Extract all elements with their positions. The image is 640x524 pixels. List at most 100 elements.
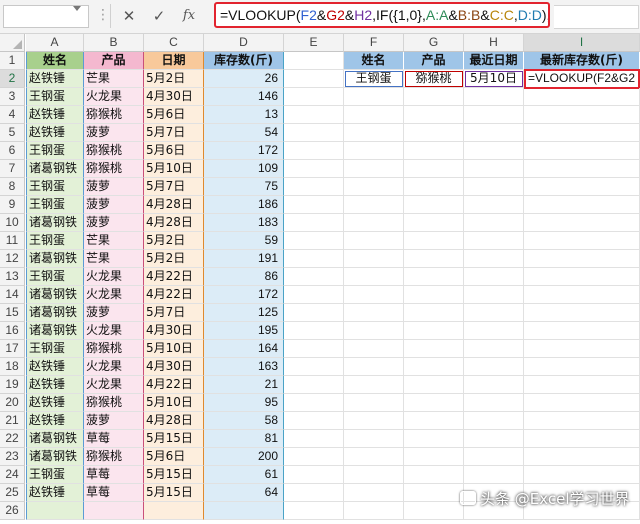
empty-cell[interactable] — [524, 358, 640, 376]
empty-cell[interactable] — [524, 448, 640, 466]
row-header-8[interactable]: 8 — [0, 178, 25, 196]
empty-cell[interactable] — [464, 394, 524, 412]
product-cell[interactable]: 芒果 — [84, 232, 144, 250]
empty-cell[interactable] — [524, 412, 640, 430]
empty-cell[interactable] — [464, 322, 524, 340]
empty-cell[interactable] — [404, 502, 464, 520]
empty-cell[interactable] — [464, 196, 524, 214]
insert-function-icon[interactable]: fx — [178, 5, 200, 27]
product-cell[interactable]: 火龙果 — [84, 88, 144, 106]
product-cell[interactable]: 菠萝 — [84, 412, 144, 430]
lookup-header-i[interactable]: 最新库存数(斤) — [524, 52, 640, 70]
row-header-16[interactable]: 16 — [0, 322, 25, 340]
empty-cell[interactable] — [344, 412, 404, 430]
empty-cell[interactable] — [524, 466, 640, 484]
product-cell[interactable]: 火龙果 — [84, 376, 144, 394]
date-cell[interactable]: 5月6日 — [144, 142, 204, 160]
empty-cell[interactable] — [284, 70, 344, 88]
empty-cell[interactable] — [464, 304, 524, 322]
date-cell[interactable]: 5月10日 — [144, 160, 204, 178]
empty-cell[interactable] — [344, 430, 404, 448]
row-header-11[interactable]: 11 — [0, 232, 25, 250]
row-header-26[interactable]: 26 — [0, 502, 25, 520]
product-cell[interactable]: 火龙果 — [84, 286, 144, 304]
empty-cell[interactable] — [344, 322, 404, 340]
empty-cell[interactable] — [344, 286, 404, 304]
stock-cell[interactable]: 195 — [204, 322, 284, 340]
row-header-4[interactable]: 4 — [0, 106, 25, 124]
empty-cell[interactable] — [284, 88, 344, 106]
empty-cell[interactable] — [344, 268, 404, 286]
stock-cell[interactable]: 125 — [204, 304, 284, 322]
row-header-7[interactable]: 7 — [0, 160, 25, 178]
empty-cell[interactable] — [344, 358, 404, 376]
row-header-12[interactable]: 12 — [0, 250, 25, 268]
empty-cell[interactable] — [344, 484, 404, 502]
stock-cell[interactable]: 109 — [204, 160, 284, 178]
product-cell[interactable]: 菠萝 — [84, 178, 144, 196]
stock-cell[interactable]: 86 — [204, 268, 284, 286]
lookup-header-h[interactable]: 最近日期 — [464, 52, 524, 70]
product-cell[interactable]: 草莓 — [84, 430, 144, 448]
column-header-e[interactable]: E — [284, 34, 344, 52]
empty-cell[interactable] — [464, 232, 524, 250]
product-cell[interactable]: 菠萝 — [84, 214, 144, 232]
empty-cell[interactable] — [464, 160, 524, 178]
empty-cell[interactable] — [344, 466, 404, 484]
empty-cell[interactable] — [284, 484, 344, 502]
name-cell[interactable]: 诸葛钢铁 — [26, 214, 84, 232]
product-cell[interactable]: 猕猴桃 — [84, 448, 144, 466]
date-cell[interactable]: 5月7日 — [144, 304, 204, 322]
stock-cell[interactable]: 95 — [204, 394, 284, 412]
stock-cell[interactable]: 164 — [204, 340, 284, 358]
name-cell[interactable]: 赵铁锤 — [26, 394, 84, 412]
product-cell[interactable]: 火龙果 — [84, 268, 144, 286]
empty-cell[interactable] — [524, 340, 640, 358]
empty-cell[interactable] — [464, 340, 524, 358]
empty-cell[interactable] — [344, 124, 404, 142]
stock-cell[interactable]: 75 — [204, 178, 284, 196]
product-cell[interactable]: 草莓 — [84, 484, 144, 502]
empty-cell[interactable] — [344, 178, 404, 196]
name-cell[interactable]: 王钢蛋 — [26, 232, 84, 250]
date-cell[interactable]: 4月22日 — [144, 268, 204, 286]
empty-cell[interactable] — [344, 196, 404, 214]
empty-cell[interactable] — [404, 232, 464, 250]
column-header-f[interactable]: F — [344, 34, 404, 52]
name-cell[interactable]: 赵铁锤 — [26, 412, 84, 430]
lookup-date-cell[interactable]: 5月10日 — [464, 70, 524, 88]
empty-cell[interactable] — [524, 430, 640, 448]
empty-cell[interactable] — [344, 448, 404, 466]
stock-cell[interactable]: 64 — [204, 484, 284, 502]
name-cell[interactable]: 赵铁锤 — [26, 70, 84, 88]
product-cell[interactable]: 火龙果 — [84, 358, 144, 376]
product-cell[interactable]: 猕猴桃 — [84, 142, 144, 160]
empty-cell[interactable] — [464, 124, 524, 142]
empty-cell[interactable] — [524, 124, 640, 142]
date-cell[interactable]: 5月2日 — [144, 70, 204, 88]
date-cell[interactable]: 4月30日 — [144, 322, 204, 340]
date-cell[interactable]: 4月28日 — [144, 412, 204, 430]
name-cell[interactable]: 诸葛钢铁 — [26, 160, 84, 178]
empty-cell[interactable] — [524, 394, 640, 412]
date-cell[interactable]: 4月28日 — [144, 196, 204, 214]
product-cell[interactable]: 猕猴桃 — [84, 394, 144, 412]
empty-cell[interactable] — [524, 88, 640, 106]
empty-cell[interactable] — [284, 250, 344, 268]
empty-cell[interactable] — [284, 304, 344, 322]
stock-cell[interactable]: 81 — [204, 430, 284, 448]
column-header-g[interactable]: G — [404, 34, 464, 52]
select-all-corner[interactable] — [0, 34, 25, 52]
empty-cell[interactable] — [404, 358, 464, 376]
row-header-22[interactable]: 22 — [0, 430, 25, 448]
stock-cell[interactable]: 21 — [204, 376, 284, 394]
name-cell[interactable]: 王钢蛋 — [26, 196, 84, 214]
empty-cell[interactable] — [284, 232, 344, 250]
empty-cell[interactable] — [284, 286, 344, 304]
date-cell[interactable]: 5月2日 — [144, 232, 204, 250]
date-cell[interactable]: 5月7日 — [144, 178, 204, 196]
empty-cell[interactable] — [404, 250, 464, 268]
empty-cell[interactable] — [524, 268, 640, 286]
empty-cell[interactable] — [284, 124, 344, 142]
empty-cell[interactable] — [284, 466, 344, 484]
